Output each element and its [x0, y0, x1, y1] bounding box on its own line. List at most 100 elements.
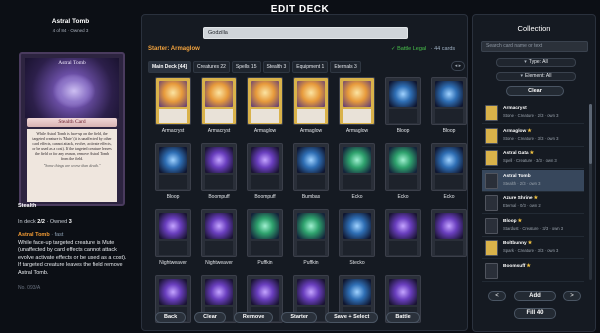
collection-item[interactable]: Astral Tomb Stealth · 2/3 · own 3 [482, 169, 584, 192]
back-button[interactable]: Back [155, 312, 187, 323]
deck-card[interactable] [150, 275, 196, 333]
deck-card[interactable]: Boompuff [196, 143, 242, 201]
card-text-area [205, 175, 233, 189]
collection-scrollbar[interactable] [589, 104, 592, 280]
preview-card-image: Astral Tomb Stealth Card While Astral To… [19, 52, 125, 206]
collection-item[interactable]: Armacryst Stone · Creature · 2/3 · own 3 [482, 102, 584, 124]
owned-value: 3 [68, 219, 72, 225]
deck-actions: Back Clear Remove Starter Save + Select … [155, 312, 420, 323]
element-filter-select[interactable]: ▾ Element: All [496, 72, 576, 81]
card-art [343, 213, 371, 239]
collection-item-name: Boomsuff★ [503, 264, 531, 269]
deck-card[interactable]: Puffkin [288, 209, 334, 267]
collection-item[interactable]: Bloop★ Stardust · Creature · 3/3 · own 3 [482, 215, 584, 237]
remove-button[interactable]: Remove [233, 312, 274, 323]
deck-card[interactable]: Puffkin [242, 209, 288, 267]
card-text-area [297, 241, 325, 255]
deck-card[interactable] [288, 275, 334, 333]
collection-item[interactable]: Azure Shrine★ Eternal · 0/3 · own 2 [482, 192, 584, 214]
deck-card[interactable]: Bloop [380, 77, 426, 135]
deck-card[interactable]: Ecko [380, 143, 426, 201]
deck-card[interactable]: Ecko [426, 143, 472, 201]
scrollbar-thumb[interactable] [589, 104, 592, 164]
tab-main-deck-44[interactable]: Main Deck [44] [148, 61, 192, 73]
deck-card[interactable] [196, 275, 242, 333]
deck-card-grid: Armacryst Armacryst Armaglow Armaglow Armagl… [146, 73, 467, 323]
deck-card[interactable]: Bumbas [288, 143, 334, 201]
collection-search-input[interactable]: Search card name or text [481, 41, 588, 52]
tab-eternals-3[interactable]: Eternals 3 [330, 61, 361, 73]
deck-card[interactable]: Bloop [150, 143, 196, 201]
card-art [159, 279, 187, 305]
collection-item-label: Bloop [503, 218, 517, 224]
deck-card[interactable]: Armacryst [150, 77, 196, 135]
legal-label: ✓ Battle Legal [391, 46, 427, 52]
card-text-area [159, 175, 187, 189]
collection-item-label: Boomsuff [503, 263, 526, 269]
deck-card-name: Armaglow [345, 128, 369, 134]
collection-item[interactable]: Boltbunny★ Spark · Creature · 3/3 · own 3 [482, 237, 584, 259]
deck-card[interactable] [426, 209, 472, 267]
deck-search-input[interactable]: Godzilla [203, 27, 408, 39]
type-filter-select[interactable]: ▾ Type: All [496, 58, 576, 67]
starter-label: Starter: Armaglow [148, 46, 200, 52]
deck-card[interactable]: Stecko [334, 209, 380, 267]
collection-thumbnail [485, 127, 498, 144]
in-deck-value: 2/2 [37, 219, 45, 225]
collection-item[interactable]: Armaglow★ Stone · Creature · 3/3 · own 3 [482, 125, 584, 147]
collection-item[interactable]: Boomsuff★ [482, 260, 584, 282]
deck-card[interactable]: Ecko [334, 143, 380, 201]
tab-scroll-arrows[interactable]: ◂ ▸ [451, 61, 465, 71]
card-thumbnail [385, 77, 421, 125]
clear-filters-button[interactable]: Clear [506, 86, 564, 96]
card-art [159, 213, 187, 239]
card-art [251, 213, 279, 239]
deck-card-name: Ecko [397, 194, 409, 200]
deck-card[interactable] [334, 275, 380, 333]
card-text-area [389, 109, 417, 123]
deck-card[interactable]: Armacryst [196, 77, 242, 135]
tab-creatures-22[interactable]: Creatures 22 [193, 61, 230, 73]
star-icon: ★ [529, 151, 534, 156]
collection-item[interactable]: Astral Gata★ Spell · Creature · 3/3 · own… [482, 147, 584, 169]
tab-stealth-3[interactable]: Stealth 3 [262, 61, 291, 73]
preview-card-name: Astral Tomb [51, 18, 90, 25]
card-thumbnail [247, 209, 283, 257]
card-text-area [297, 175, 325, 189]
card-art [343, 81, 371, 107]
tab-spells-15[interactable]: Spells 15 [231, 61, 261, 73]
battle-button[interactable]: Battle [386, 312, 420, 323]
card-thumbnail [247, 143, 283, 191]
fill-40-button[interactable]: Fill 40 [514, 308, 556, 319]
starter-button[interactable]: Starter [281, 312, 318, 323]
deck-card[interactable] [380, 209, 426, 267]
save-select-button[interactable]: Save + Select [325, 312, 379, 323]
deck-card-name [242, 326, 288, 333]
star-icon: ★ [526, 263, 531, 269]
deck-card[interactable]: Armaglow [242, 77, 288, 135]
collection-item-meta: Spark · Creature · 3/3 · own 3 [503, 248, 559, 253]
deck-card[interactable]: Armaglow [288, 77, 334, 135]
collection-thumbnail [485, 240, 498, 256]
card-text-area [389, 241, 417, 255]
card-type-banner: Stealth Card [27, 118, 117, 127]
deck-card[interactable]: Nightweaver [150, 209, 196, 267]
star-icon: ★ [527, 128, 532, 134]
deck-card[interactable] [380, 275, 426, 333]
collection-item-meta: Stealth · 2/3 · own 3 [503, 180, 541, 186]
deck-card[interactable]: Bloop [426, 77, 472, 135]
collection-thumbnail [485, 262, 498, 279]
deck-card[interactable]: Boompuff [242, 143, 288, 201]
deck-card[interactable] [242, 275, 288, 333]
add-button[interactable]: Add [514, 291, 556, 301]
deck-card[interactable]: Nightweaver [196, 209, 242, 267]
prev-button[interactable]: < [488, 291, 506, 301]
next-button[interactable]: > [563, 291, 581, 301]
tab-equipment-1[interactable]: Equipment 1 [292, 61, 329, 73]
deck-card[interactable]: Armaglow [334, 77, 380, 135]
clear-deck-button[interactable]: Clear [194, 312, 226, 323]
card-art [435, 147, 463, 173]
collection-item-label: Boltbunny [503, 241, 527, 246]
card-thumbnail [431, 209, 467, 257]
card-text-area [343, 175, 371, 189]
